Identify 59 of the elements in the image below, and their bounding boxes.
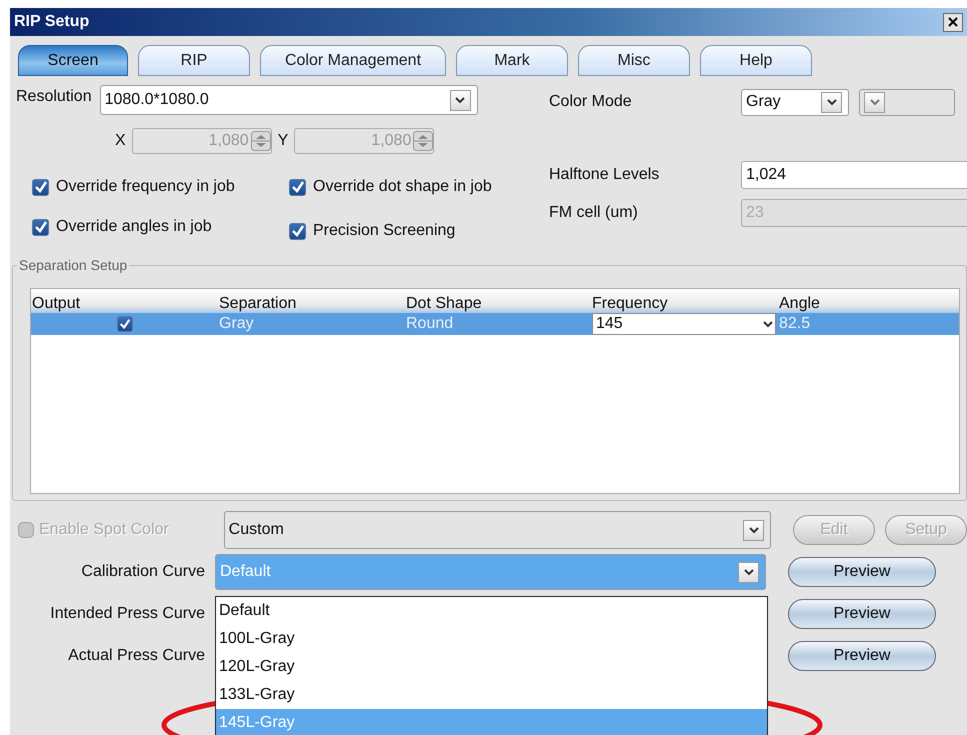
dropdown-option[interactable]: Default bbox=[216, 597, 767, 625]
checkbox[interactable] bbox=[32, 178, 49, 196]
spinner-arrows-icon bbox=[250, 131, 271, 151]
window-title: RIP Setup bbox=[14, 13, 90, 31]
checkmark-icon bbox=[119, 318, 131, 330]
table-cell-text: Round bbox=[405, 315, 454, 333]
tab[interactable]: Help bbox=[700, 45, 812, 76]
column-header[interactable]: Dot Shape bbox=[405, 295, 591, 313]
table-row[interactable]: Gray Round 145 82.5 bbox=[31, 313, 959, 335]
table-cell-text: Gray bbox=[218, 315, 255, 333]
table-cell-text: 82.5 bbox=[778, 315, 812, 333]
tab[interactable]: Color Management bbox=[260, 45, 446, 76]
frequency-dropdown[interactable]: 145 bbox=[592, 313, 776, 335]
axis-label: Y bbox=[278, 132, 288, 150]
checkbox-label: Enable Spot Color bbox=[39, 521, 169, 539]
column-header[interactable]: Frequency bbox=[591, 295, 778, 313]
empty-dropdown[interactable] bbox=[859, 88, 955, 116]
highlight-arc bbox=[768, 700, 825, 735]
column-header[interactable]: Angle bbox=[778, 295, 959, 313]
resolution-dropdown[interactable]: 1080.0*1080.0 bbox=[100, 85, 478, 115]
column-header[interactable]: Separation bbox=[218, 295, 405, 313]
checkbox-label: Override angles in job bbox=[56, 218, 212, 236]
dropdown-option[interactable]: 120L-Gray bbox=[216, 653, 767, 681]
color-mode-label: Color Mode bbox=[549, 93, 633, 111]
dropdown-option[interactable]: 133L-Gray bbox=[216, 681, 767, 709]
checkmark-icon bbox=[290, 180, 304, 194]
checkbox-label: Precision Screening bbox=[313, 222, 456, 240]
output-checkbox[interactable] bbox=[117, 316, 133, 332]
group-title: Separation Setup bbox=[17, 257, 130, 273]
tab[interactable]: Screen bbox=[18, 45, 128, 76]
tab[interactable]: Mark bbox=[456, 45, 568, 76]
color-mode-dropdown[interactable]: Gray bbox=[741, 88, 849, 116]
tab[interactable]: Misc bbox=[578, 45, 690, 76]
preview-button[interactable]: Preview bbox=[788, 641, 936, 671]
checkmark-icon bbox=[34, 180, 48, 194]
dropdown-option[interactable]: 100L-Gray bbox=[216, 625, 767, 653]
highlight-arc bbox=[160, 700, 215, 735]
preview-button[interactable]: Preview bbox=[788, 599, 936, 629]
fm-cell-label: FM cell (um) bbox=[549, 204, 639, 222]
close-button[interactable] bbox=[943, 12, 963, 32]
curve-label: Intended Press Curve bbox=[50, 605, 205, 623]
tab[interactable]: RIP bbox=[138, 45, 250, 76]
checkbox[interactable] bbox=[32, 218, 49, 236]
checkmark-icon bbox=[290, 224, 304, 238]
checkbox-label: Override frequency in job bbox=[56, 178, 235, 196]
checkbox[interactable] bbox=[289, 178, 306, 196]
checkmark-icon bbox=[34, 220, 48, 234]
halftone-levels-label: Halftone Levels bbox=[549, 166, 660, 184]
resolution-label: Resolution bbox=[15, 88, 92, 106]
axis-label: X bbox=[115, 132, 126, 150]
column-header[interactable]: Output bbox=[31, 295, 218, 313]
spinner-arrows-icon bbox=[413, 131, 434, 151]
close-icon bbox=[947, 16, 959, 28]
curve-label: Calibration Curve bbox=[81, 563, 205, 581]
preview-button[interactable]: Preview bbox=[788, 557, 936, 587]
checkbox-label: Override dot shape in job bbox=[313, 178, 492, 196]
curve-label: Actual Press Curve bbox=[68, 647, 205, 665]
halftone-levels-field[interactable]: 1,024 bbox=[741, 161, 967, 189]
checkbox[interactable] bbox=[289, 222, 306, 240]
